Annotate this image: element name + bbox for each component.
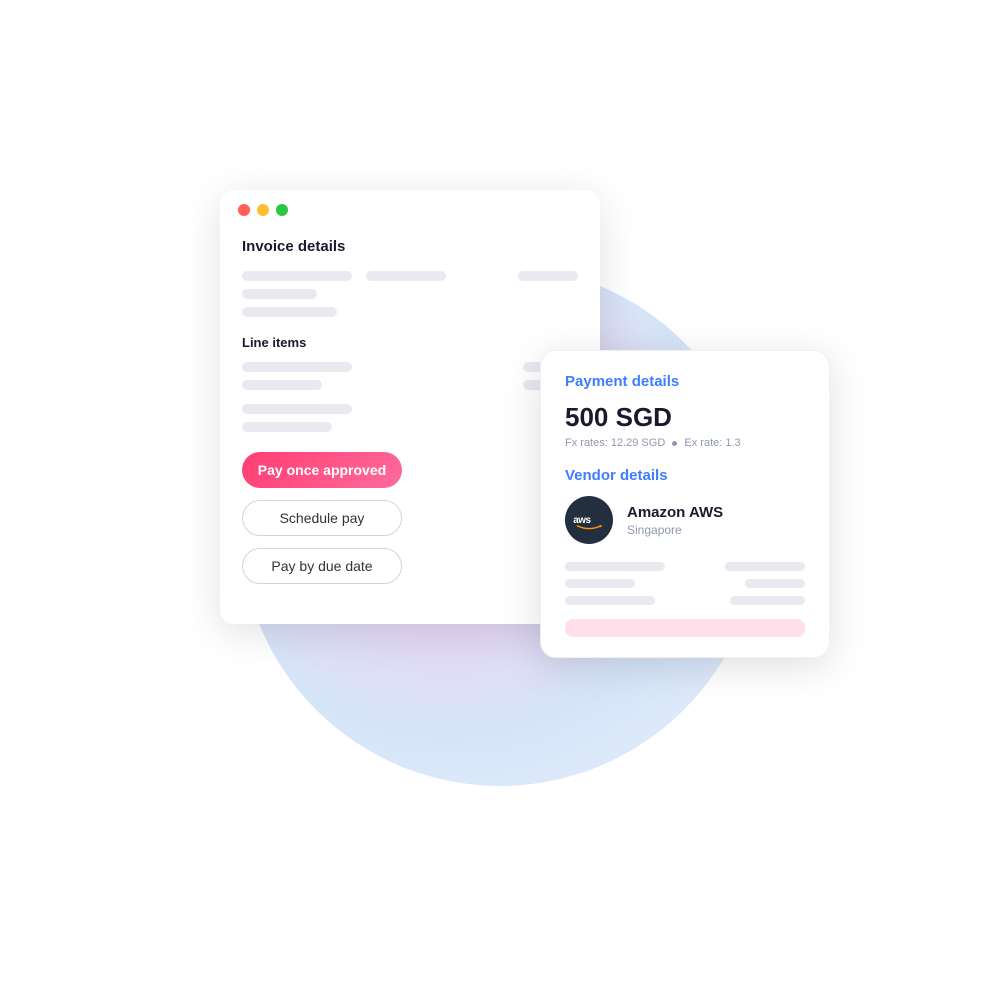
skeleton-row-6	[242, 404, 578, 414]
skeleton-row-1	[242, 271, 578, 281]
skeleton-row-3	[242, 307, 578, 317]
skeleton-row-2	[242, 289, 578, 299]
card-skeleton-block	[730, 596, 805, 605]
card-skeleton-section	[565, 562, 805, 605]
skeleton-block	[242, 307, 337, 317]
skeleton-block	[242, 271, 352, 281]
skeleton-block	[242, 422, 332, 432]
payment-details-title: Payment details	[565, 373, 805, 390]
vendor-location: Singapore	[627, 523, 723, 537]
card-skeleton-block	[565, 596, 655, 605]
skeleton-block	[242, 362, 352, 372]
skeleton-row-6-container	[242, 404, 578, 432]
fx-dot	[672, 441, 677, 446]
payment-amount: 500 SGD	[565, 402, 805, 433]
skeleton-block	[366, 271, 446, 281]
aws-logo-icon: aws	[571, 502, 607, 538]
action-buttons: Pay once approved Schedule pay Pay by du…	[242, 452, 578, 584]
skeleton-block	[242, 380, 322, 390]
vendor-details-title: Vendor details	[565, 467, 805, 484]
vendor-row: aws Amazon AWS Singapore	[565, 496, 805, 544]
card-skeleton-row-2	[565, 579, 805, 588]
card-skeleton-block	[745, 579, 805, 588]
fx-rates-text: Fx rates: 12.29 SGD	[565, 437, 665, 449]
card-skeleton-row-1	[565, 562, 805, 571]
card-skeleton-block	[565, 579, 635, 588]
vendor-logo: aws	[565, 496, 613, 544]
payment-card: Payment details 500 SGD Fx rates: 12.29 …	[540, 350, 830, 658]
invoice-title: Invoice details	[242, 238, 578, 255]
skeleton-block	[518, 271, 578, 281]
line-items-label: Line items	[242, 335, 578, 350]
skeleton-row-4	[242, 362, 578, 372]
dot-red	[238, 204, 250, 216]
card-skeleton-row-3	[565, 596, 805, 605]
vendor-name: Amazon AWS	[627, 504, 723, 521]
vendor-info: Amazon AWS Singapore	[627, 504, 723, 537]
skeleton-row-7	[242, 422, 578, 432]
ex-rate-text: Ex rate: 1.3	[684, 437, 740, 449]
dot-green	[276, 204, 288, 216]
pay-once-approved-button[interactable]: Pay once approved	[242, 452, 402, 488]
schedule-pay-button[interactable]: Schedule pay	[242, 500, 402, 536]
svg-text:aws: aws	[573, 515, 591, 526]
window-titlebar	[220, 190, 600, 228]
skeleton-block	[242, 404, 352, 414]
card-skeleton-block	[565, 562, 665, 571]
fx-info: Fx rates: 12.29 SGD Ex rate: 1.3	[565, 437, 805, 449]
card-footer-bar	[565, 619, 805, 637]
dot-yellow	[257, 204, 269, 216]
card-skeleton-block	[725, 562, 805, 571]
skeleton-row-5	[242, 380, 578, 390]
pay-by-due-date-button[interactable]: Pay by due date	[242, 548, 402, 584]
skeleton-block	[242, 289, 317, 299]
